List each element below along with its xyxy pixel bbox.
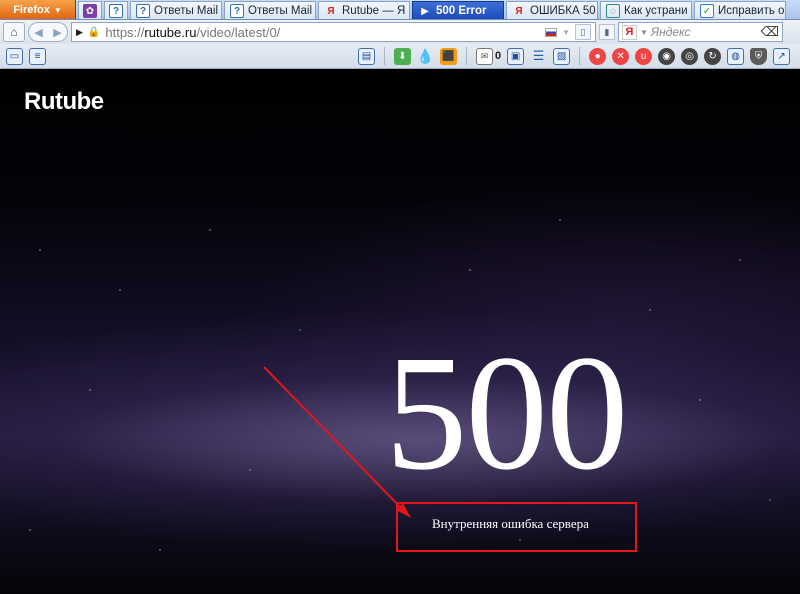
tab-label: Ответы Mail <box>154 5 219 17</box>
address-bar[interactable]: ▶ 🔒 https://rutube.ru/video/latest/0/ ▼ … <box>71 22 596 42</box>
site-identity-icon[interactable]: ▶ <box>76 27 83 38</box>
tab-rutube-yandex[interactable]: Я Rutube — Я <box>318 1 410 19</box>
tab-pinned-answers[interactable]: ? <box>104 1 128 19</box>
separator <box>466 47 467 65</box>
back-forward-buttons[interactable]: ◀ ▶ <box>28 22 68 42</box>
extensions-toolbar: ▭ ≡ ▤ ⬇ 💧 ⬛ ✉ 0 ▣ ☰ ▧ ● ✕ u ◉ ◎ ↻ ◍ ⛨ ↗ <box>0 44 800 69</box>
tab-500-error[interactable]: ▶ 500 Error <box>412 1 504 19</box>
rutube-logo[interactable]: Rutube <box>24 88 104 116</box>
lock-icon[interactable]: 🔒 <box>88 27 100 38</box>
url-path: /video/latest/0/ <box>196 24 281 40</box>
window-icon[interactable]: ▭ <box>6 47 23 65</box>
russian-flag-icon[interactable] <box>545 27 558 37</box>
circle-arrows-icon[interactable]: ↻ <box>704 47 722 65</box>
book-icon[interactable]: ▣ <box>507 47 525 65</box>
page-content: Rutube 500 Внутренняя ошибка сервера <box>0 70 800 594</box>
bookmark-page-icon[interactable]: ▮ <box>599 24 615 40</box>
tab-label: Ответы Mail <box>248 5 313 17</box>
yandex-engine-icon[interactable]: Я <box>622 24 637 40</box>
mask-icon[interactable]: ● <box>589 47 607 65</box>
separator <box>384 47 385 65</box>
forward-arrow-icon[interactable]: ▶ <box>53 26 61 39</box>
url-host: rutube.ru <box>144 24 197 40</box>
tab-fix-error[interactable]: ✓ Исправить о <box>694 1 786 19</box>
tab-error-500-yandex[interactable]: Я ОШИБКА 50 <box>506 1 598 19</box>
ublock-icon[interactable]: u <box>635 47 653 65</box>
chevron-down-icon: ▼ <box>53 5 62 15</box>
page-icon[interactable]: ▤ <box>358 47 375 65</box>
tab-label: 500 Error <box>436 5 487 17</box>
curve-arrow-icon[interactable]: ↗ <box>773 47 791 65</box>
mail-count: 0 <box>495 50 502 62</box>
engine-dropdown-icon[interactable]: ▼ <box>640 28 648 37</box>
url-protocol: https:// <box>105 24 145 40</box>
search-input[interactable]: Яндекс <box>651 25 758 39</box>
home-icon: ⌂ <box>10 25 18 39</box>
tab-how-to-fix[interactable]: ◌ Как устрани <box>600 1 692 19</box>
navigation-bar: ⌂ ◀ ▶ ▶ 🔒 https://rutube.ru/video/latest… <box>0 20 800 44</box>
back-arrow-icon[interactable]: ◀ <box>34 26 42 39</box>
tab-label: Исправить о <box>718 5 785 17</box>
purple-app-icon: ✿ <box>83 4 97 18</box>
globe-icon: ◌ <box>606 4 620 18</box>
check-icon: ✓ <box>700 4 714 18</box>
globe-icon[interactable]: ◍ <box>727 47 745 65</box>
mail-icon[interactable]: ✉ <box>476 47 493 65</box>
extension-icon[interactable]: ⬛ <box>440 47 457 65</box>
search-bar[interactable]: Я ▼ Яндекс ⌫ <box>618 22 783 42</box>
tab-answers-mail-1[interactable]: ? Ответы Mail <box>130 1 222 19</box>
yandex-icon: Я <box>515 5 523 17</box>
shield-icon[interactable]: ⛨ <box>750 47 768 65</box>
question-icon: ? <box>109 4 123 18</box>
ghost-icon[interactable]: ◉ <box>658 47 676 65</box>
dropdown-arrow-icon[interactable]: ▼ <box>562 28 570 37</box>
download-icon[interactable]: ⬇ <box>394 47 411 65</box>
yandex-icon: Я <box>327 5 335 17</box>
error-code: 500 <box>385 321 629 504</box>
shield-red-icon[interactable]: ✕ <box>612 47 630 65</box>
tab-pinned-app[interactable]: ✿ <box>78 1 102 19</box>
tab-label: Rutube — Я <box>342 5 406 17</box>
tab-strip: Firefox ▼ ✿ ? ? Ответы Mail ? Ответы Mai… <box>0 0 800 20</box>
target-icon[interactable]: ◎ <box>681 47 699 65</box>
tab-label: ОШИБКА 50 <box>530 5 596 17</box>
list-icon[interactable]: ☰ <box>530 48 547 65</box>
tab-label: Как устрани <box>624 5 688 17</box>
separator <box>579 47 581 65</box>
reader-mode-icon[interactable]: ▯ <box>575 24 591 40</box>
annotation-highlight-box <box>396 502 637 552</box>
tab-answers-mail-2[interactable]: ? Ответы Mail <box>224 1 316 19</box>
drop-icon[interactable]: 💧 <box>417 48 434 65</box>
question-icon: ? <box>136 4 150 18</box>
home-button[interactable]: ⌂ <box>3 22 25 42</box>
play-icon: ▶ <box>421 5 429 17</box>
question-icon: ? <box>230 4 244 18</box>
firefox-menu-label: Firefox <box>13 4 50 16</box>
notes-icon[interactable]: ≡ <box>29 47 46 65</box>
erase-icon[interactable]: ⌫ <box>761 24 779 40</box>
image-icon[interactable]: ▧ <box>553 47 571 65</box>
firefox-menu-button[interactable]: Firefox ▼ <box>0 0 76 19</box>
